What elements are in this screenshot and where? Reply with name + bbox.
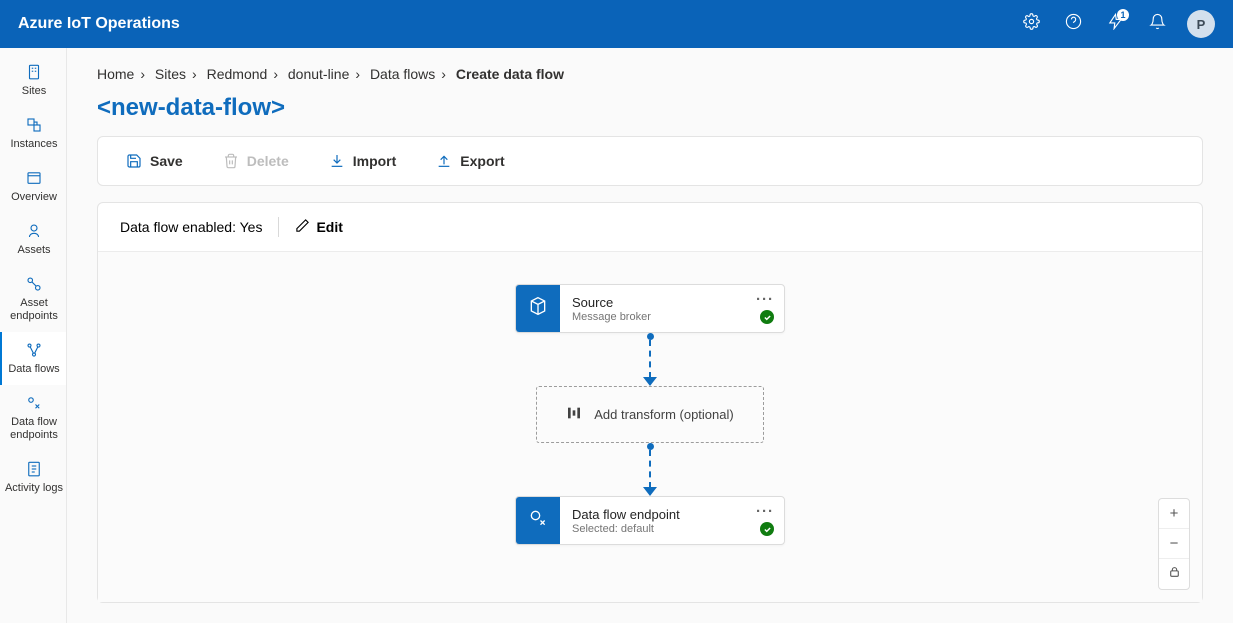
endpoint-icon (528, 508, 548, 533)
sidebar-item-data-flows[interactable]: Data flows (0, 332, 66, 385)
assets-icon (25, 221, 43, 241)
data-flows-icon (25, 340, 43, 360)
source-node-status (760, 310, 774, 324)
fit-icon (1168, 566, 1181, 583)
source-node-icon (516, 285, 560, 332)
overview-icon (25, 168, 43, 188)
notification-badge: 1 (1117, 9, 1129, 21)
zoom-controls: + − (1158, 498, 1190, 590)
app-title: Azure IoT Operations (18, 15, 1013, 33)
breadcrumb-redmond[interactable]: Redmond (207, 66, 268, 82)
zoom-fit-button[interactable] (1159, 559, 1189, 589)
delete-icon (223, 153, 239, 169)
divider (278, 217, 279, 237)
sidebar-item-activity-logs[interactable]: Activity logs (0, 451, 66, 504)
flow-panel: Data flow enabled: Yes Edit Source (97, 202, 1203, 603)
sidebar-item-data-flow-endpoints[interactable]: Data flow endpoints (0, 385, 66, 451)
bell-icon (1149, 13, 1166, 35)
endpoint-node-title: Data flow endpoint (572, 507, 772, 522)
sidebar-item-instances[interactable]: Instances (0, 107, 66, 160)
sites-icon (25, 62, 43, 82)
minus-icon: − (1170, 535, 1179, 552)
topbar-actions: 1 P (1013, 6, 1215, 42)
edit-button[interactable]: Edit (295, 218, 342, 236)
avatar[interactable]: P (1187, 10, 1215, 38)
zoom-in-button[interactable]: + (1159, 499, 1189, 529)
connector-1 (643, 333, 657, 386)
breadcrumb-sites[interactable]: Sites (155, 66, 186, 82)
flow-canvas[interactable]: Source Message broker ··· Ad (98, 252, 1202, 602)
source-node-more[interactable]: ··· (756, 291, 774, 308)
success-icon (760, 310, 774, 324)
import-button[interactable]: Import (323, 149, 403, 173)
export-button[interactable]: Export (430, 149, 510, 173)
source-node[interactable]: Source Message broker ··· (515, 284, 785, 333)
help-icon (1065, 13, 1082, 35)
pencil-icon (295, 218, 310, 236)
plus-icon: + (1170, 505, 1179, 522)
sidebar: Sites Instances Overview Assets Asset en… (0, 48, 67, 623)
connector-2 (643, 443, 657, 496)
sidebar-item-sites[interactable]: Sites (0, 54, 66, 107)
endpoint-node-icon (516, 497, 560, 544)
source-node-sub: Message broker (572, 311, 772, 323)
breadcrumb-current: Create data flow (456, 66, 564, 82)
source-node-title: Source (572, 295, 772, 310)
status-row: Data flow enabled: Yes Edit (98, 203, 1202, 252)
transform-icon (566, 405, 582, 424)
main-content: Home› Sites› Redmond› donut-line› Data f… (67, 48, 1233, 623)
save-button[interactable]: Save (120, 149, 189, 173)
gear-icon (1023, 13, 1040, 35)
activity-logs-icon (25, 459, 43, 479)
command-bar: Save Delete Import Export (97, 136, 1203, 186)
breadcrumb-data-flows[interactable]: Data flows (370, 66, 435, 82)
endpoint-node-sub: Selected: default (572, 523, 772, 535)
export-icon (436, 153, 452, 169)
sidebar-item-assets[interactable]: Assets (0, 213, 66, 266)
import-icon (329, 153, 345, 169)
cube-icon (528, 296, 548, 321)
data-flow-enabled-status: Data flow enabled: Yes (120, 219, 262, 235)
sidebar-item-overview[interactable]: Overview (0, 160, 66, 213)
breadcrumb: Home› Sites› Redmond› donut-line› Data f… (97, 66, 1203, 82)
endpoint-node[interactable]: Data flow endpoint Selected: default ··· (515, 496, 785, 545)
endpoint-node-more[interactable]: ··· (756, 503, 774, 520)
page-title: <new-data-flow> (97, 94, 1203, 122)
instances-icon (25, 115, 43, 135)
breadcrumb-donut-line[interactable]: donut-line (288, 66, 350, 82)
diagnostics-button[interactable]: 1 (1097, 6, 1133, 42)
data-flow-endpoints-icon (25, 393, 43, 413)
save-icon (126, 153, 142, 169)
add-transform-button[interactable]: Add transform (optional) (536, 386, 764, 443)
endpoint-node-status (760, 522, 774, 536)
notifications-button[interactable] (1139, 6, 1175, 42)
delete-button: Delete (217, 149, 295, 173)
help-button[interactable] (1055, 6, 1091, 42)
asset-endpoints-icon (25, 274, 43, 294)
breadcrumb-home[interactable]: Home (97, 66, 134, 82)
sidebar-item-asset-endpoints[interactable]: Asset endpoints (0, 266, 66, 332)
success-icon (760, 522, 774, 536)
settings-button[interactable] (1013, 6, 1049, 42)
zoom-out-button[interactable]: − (1159, 529, 1189, 559)
top-bar: Azure IoT Operations 1 P (0, 0, 1233, 48)
